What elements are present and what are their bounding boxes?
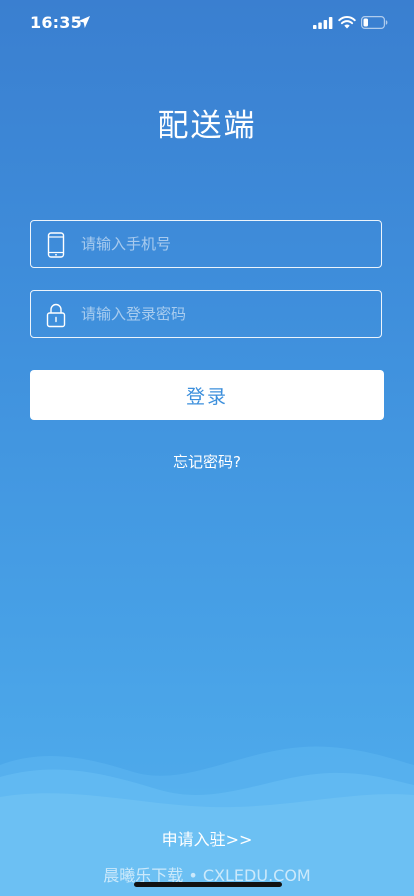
home-indicator[interactable] <box>134 882 282 887</box>
page-title: 配送端 <box>157 108 257 144</box>
location-arrow-icon <box>78 16 90 28</box>
phone-input[interactable] <box>81 221 371 267</box>
status-bar: 16:35 <box>0 0 414 48</box>
forgot-password-link[interactable]: 忘记密码? <box>0 451 414 472</box>
phone-icon <box>47 232 65 258</box>
battery-low-icon <box>361 16 388 29</box>
status-time: 16:35 <box>30 13 82 32</box>
phone-field[interactable] <box>30 220 382 268</box>
cellular-signal-icon <box>313 17 333 29</box>
login-button[interactable]: 登录 <box>30 370 384 420</box>
password-input[interactable] <box>81 291 371 337</box>
lock-icon <box>46 303 66 328</box>
password-field[interactable] <box>30 290 382 338</box>
wifi-icon <box>338 16 356 29</box>
apply-join-link[interactable]: 申请入驻>> <box>0 826 414 850</box>
